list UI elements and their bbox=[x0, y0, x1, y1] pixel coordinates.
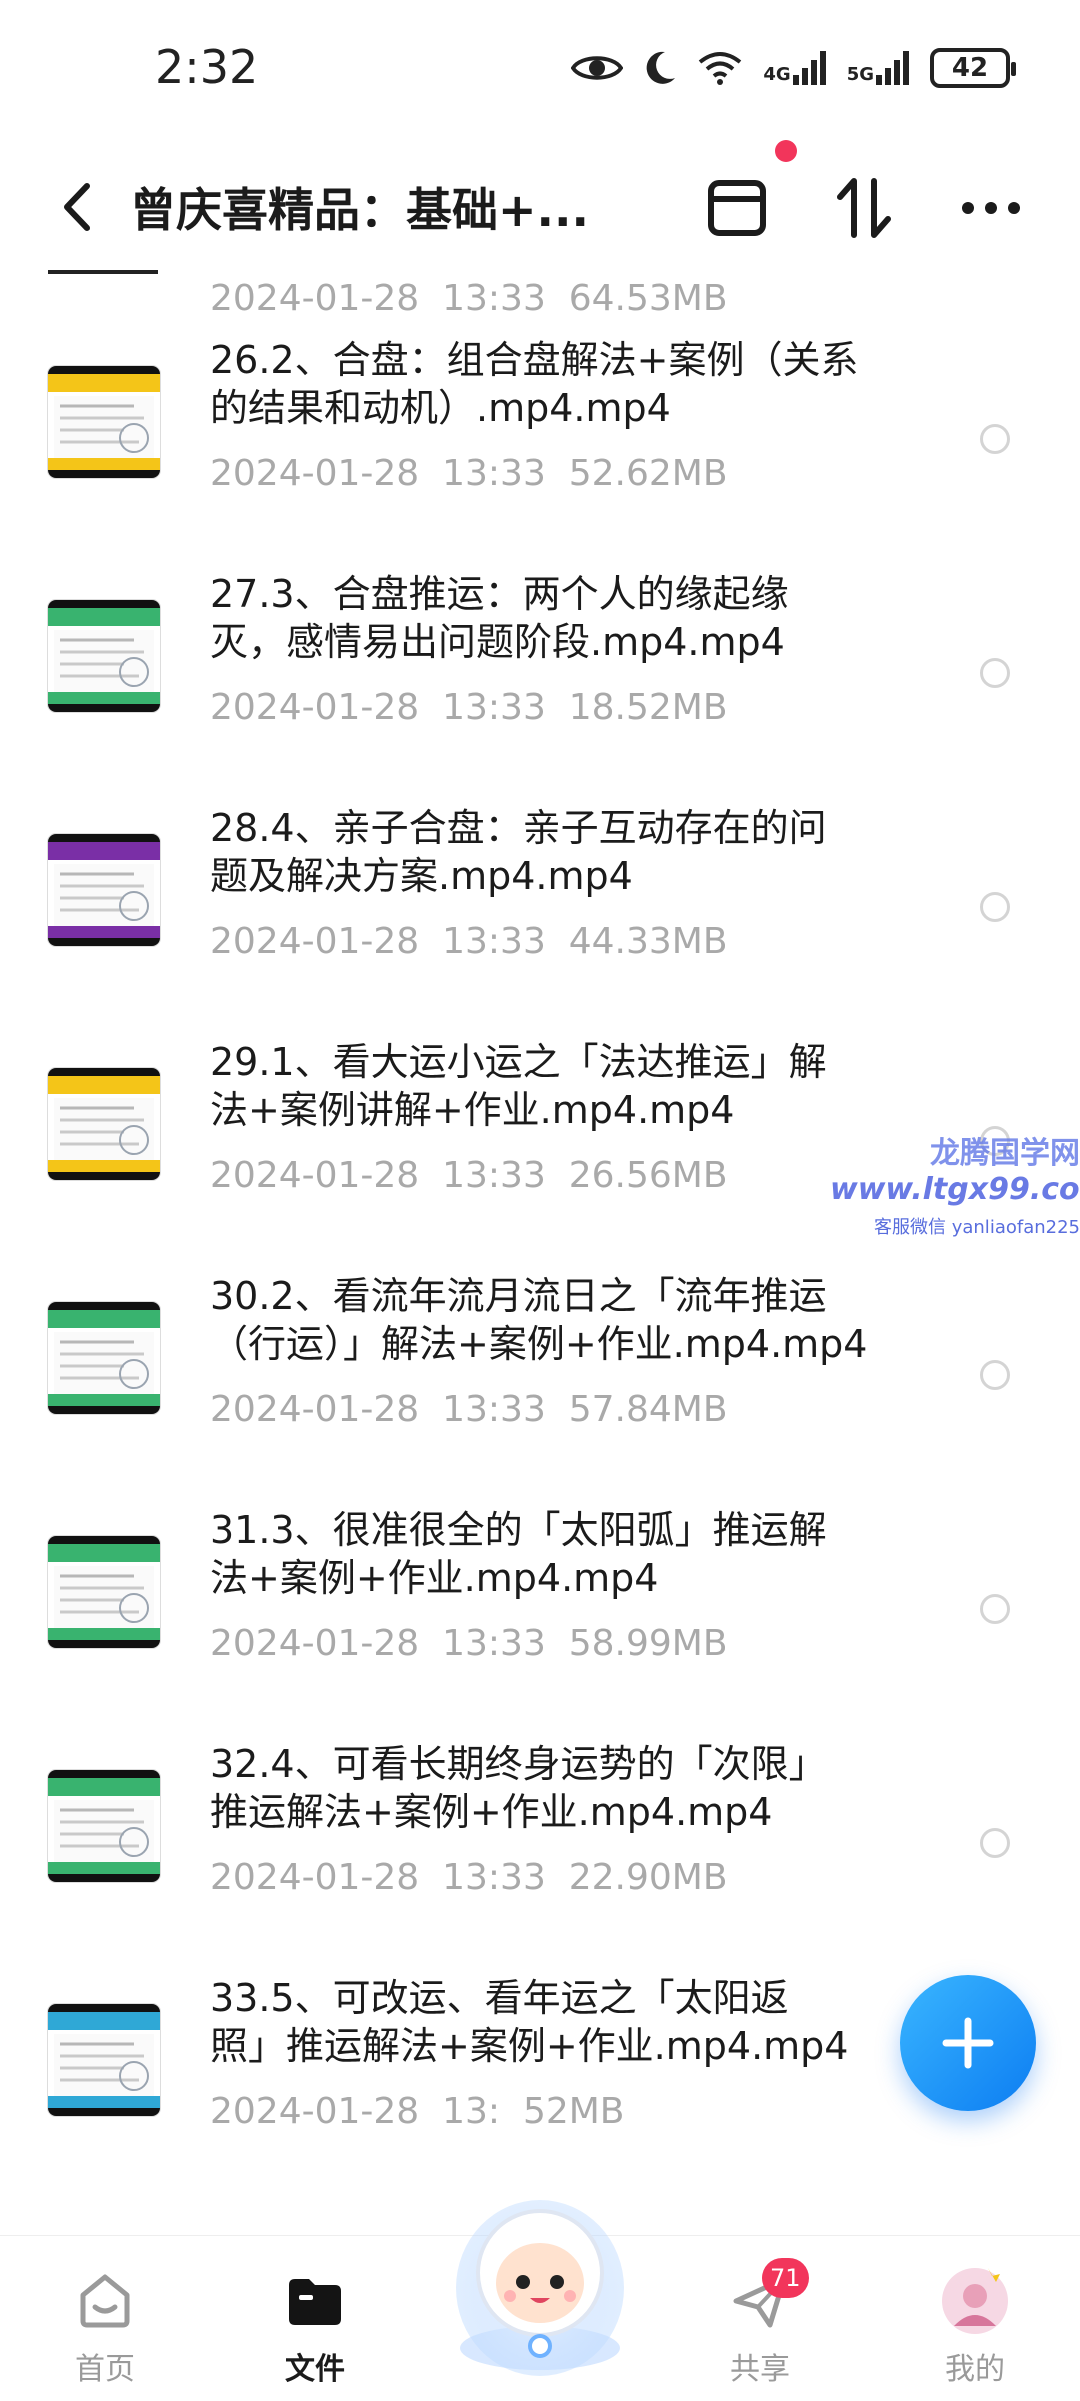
file-name: 32.4、可看长期终身运势的「次限」 推运解法+案例+作业.mp4.mp4 bbox=[210, 1742, 827, 1834]
share-badge: 71 bbox=[762, 2258, 809, 2298]
thumbnail-footer-bar bbox=[48, 1628, 160, 1640]
assistant-mascot-button[interactable] bbox=[440, 2178, 640, 2378]
video-thumbnail bbox=[48, 1536, 160, 1648]
thumbnail-footer-bar bbox=[48, 1394, 160, 1406]
eye-icon bbox=[571, 51, 624, 85]
file-name: 33.5、可改运、看年运之「太阳返 照」推运解法+案例+作业.mp4.mp4 bbox=[210, 1976, 849, 2068]
battery-indicator: 42 bbox=[930, 48, 1016, 88]
nav-files[interactable]: 文件 bbox=[245, 2256, 385, 2387]
file-meta: 2024-01-28 13:33 44.33MB bbox=[210, 921, 728, 962]
more-button[interactable] bbox=[951, 168, 1031, 248]
thumbnail-header-bar bbox=[48, 1310, 160, 1328]
file-list-item[interactable]: 31.3、很准很全的「太阳弧」推运解 法+案例+作业.mp4.mp4 2024-0… bbox=[0, 1498, 1080, 1736]
moon-icon bbox=[643, 50, 677, 86]
select-radio[interactable] bbox=[980, 1360, 1010, 1390]
thumbnail-footer-bar bbox=[48, 692, 160, 704]
video-thumbnail bbox=[48, 366, 160, 478]
signal-5g-icon: 5G bbox=[847, 51, 910, 85]
thumbnail-header-bar bbox=[48, 842, 160, 860]
video-thumbnail bbox=[48, 1068, 160, 1180]
thumbnail-header-bar bbox=[48, 1076, 160, 1094]
sort-arrows-icon bbox=[837, 178, 891, 238]
file-name: 31.3、很准很全的「太阳弧」推运解 法+案例+作业.mp4.mp4 bbox=[210, 1508, 827, 1600]
file-meta: 2024-01-28 13: 52MB bbox=[210, 2091, 625, 2132]
more-dots-icon bbox=[962, 202, 1020, 214]
archive-icon bbox=[708, 180, 766, 236]
select-radio[interactable] bbox=[980, 658, 1010, 688]
file-meta: 2024-01-28 13:33 64.53MB bbox=[210, 278, 728, 319]
thumbnail-header-bar bbox=[48, 374, 160, 392]
file-name: 26.2、合盘：组合盘解法+案例（关系 的结果和动机）.mp4.mp4 bbox=[210, 338, 859, 430]
archive-button[interactable] bbox=[697, 168, 777, 248]
thumbnail-header-bar bbox=[48, 1544, 160, 1562]
select-radio[interactable] bbox=[980, 1594, 1010, 1624]
select-radio[interactable] bbox=[980, 1828, 1010, 1858]
partial-thumbnail-edge bbox=[48, 270, 158, 274]
video-thumbnail bbox=[48, 1770, 160, 1882]
file-list-item[interactable]: 30.2、看流年流月流日之「流年推运 （行运）」解法+案例+作业.mp4.mp4… bbox=[0, 1264, 1080, 1502]
watermark: 龙腾国学网 www.ltgx99.com 客服微信 yanliaofan225 bbox=[830, 1136, 1080, 1238]
nav-mine[interactable]: 我的 bbox=[905, 2256, 1045, 2387]
file-meta: 2024-01-28 13:33 52.62MB bbox=[210, 453, 728, 494]
video-thumbnail bbox=[48, 2004, 160, 2116]
avatar bbox=[940, 2266, 1010, 2336]
thumbnail-footer-bar bbox=[48, 1862, 160, 1874]
file-list: 2024-01-28 13:33 64.53MB 26.2、合盘：组合盘解法+案… bbox=[0, 270, 1080, 2235]
file-meta: 2024-01-28 13:33 58.99MB bbox=[210, 1623, 728, 1664]
home-icon bbox=[70, 2266, 140, 2336]
sort-button[interactable] bbox=[824, 168, 904, 248]
page-title: 曾庆喜精品：基础+... bbox=[130, 183, 589, 237]
file-name: 30.2、看流年流月流日之「流年推运 （行运）」解法+案例+作业.mp4.mp4 bbox=[210, 1274, 868, 1366]
video-thumbnail bbox=[48, 1302, 160, 1414]
thumbnail-header-bar bbox=[48, 2012, 160, 2030]
nav-home[interactable]: 首页 bbox=[35, 2256, 175, 2387]
back-button[interactable] bbox=[46, 172, 106, 242]
select-radio[interactable] bbox=[980, 892, 1010, 922]
status-icons: 4G 5G 42 bbox=[571, 48, 1016, 88]
thumbnail-header-bar bbox=[48, 608, 160, 626]
status-time: 2:32 bbox=[155, 40, 259, 94]
select-radio[interactable] bbox=[980, 424, 1010, 454]
thumbnail-header-bar bbox=[48, 1778, 160, 1796]
add-button[interactable] bbox=[900, 1975, 1036, 2111]
chevron-left-icon bbox=[64, 183, 90, 231]
file-list-item[interactable]: 32.4、可看长期终身运势的「次限」 推运解法+案例+作业.mp4.mp4 202… bbox=[0, 1732, 1080, 1970]
file-meta: 2024-01-28 13:33 26.56MB bbox=[210, 1155, 728, 1196]
file-name: 28.4、亲子合盘：亲子互动存在的问 题及解决方案.mp4.mp4 bbox=[210, 806, 827, 898]
wifi-icon bbox=[697, 50, 743, 86]
file-list-item[interactable]: 27.3、合盘推运：两个人的缘起缘 灭，感情易出问题阶段.mp4.mp4 2024… bbox=[0, 562, 1080, 800]
folder-icon bbox=[280, 2266, 350, 2336]
file-list-item[interactable]: 28.4、亲子合盘：亲子互动存在的问 题及解决方案.mp4.mp4 2024-01… bbox=[0, 796, 1080, 1034]
file-meta: 2024-01-28 13:33 18.52MB bbox=[210, 687, 728, 728]
file-list-item[interactable]: 26.2、合盘：组合盘解法+案例（关系 的结果和动机）.mp4.mp4 2024-… bbox=[0, 328, 1080, 566]
notification-dot bbox=[775, 140, 797, 162]
thumbnail-footer-bar bbox=[48, 926, 160, 938]
thumbnail-footer-bar bbox=[48, 1160, 160, 1172]
file-name: 27.3、合盘推运：两个人的缘起缘 灭，感情易出问题阶段.mp4.mp4 bbox=[210, 572, 789, 664]
file-meta: 2024-01-28 13:33 57.84MB bbox=[210, 1389, 728, 1430]
nav-share[interactable]: 71 共享 bbox=[690, 2256, 830, 2387]
video-thumbnail bbox=[48, 834, 160, 946]
plus-icon bbox=[942, 2017, 994, 2069]
thumbnail-footer-bar bbox=[48, 2096, 160, 2108]
status-bar: 2:32 4G 5G 42 bbox=[0, 0, 1080, 150]
signal-4g-icon: 4G bbox=[763, 51, 826, 85]
file-meta: 2024-01-28 13:33 22.90MB bbox=[210, 1857, 728, 1898]
top-app-bar: 曾庆喜精品：基础+... bbox=[0, 150, 1080, 270]
video-thumbnail bbox=[48, 600, 160, 712]
file-name: 29.1、看大运小运之「法达推运」解 法+案例讲解+作业.mp4.mp4 bbox=[210, 1040, 827, 1132]
thumbnail-footer-bar bbox=[48, 458, 160, 470]
mascot-icon bbox=[456, 2200, 624, 2376]
